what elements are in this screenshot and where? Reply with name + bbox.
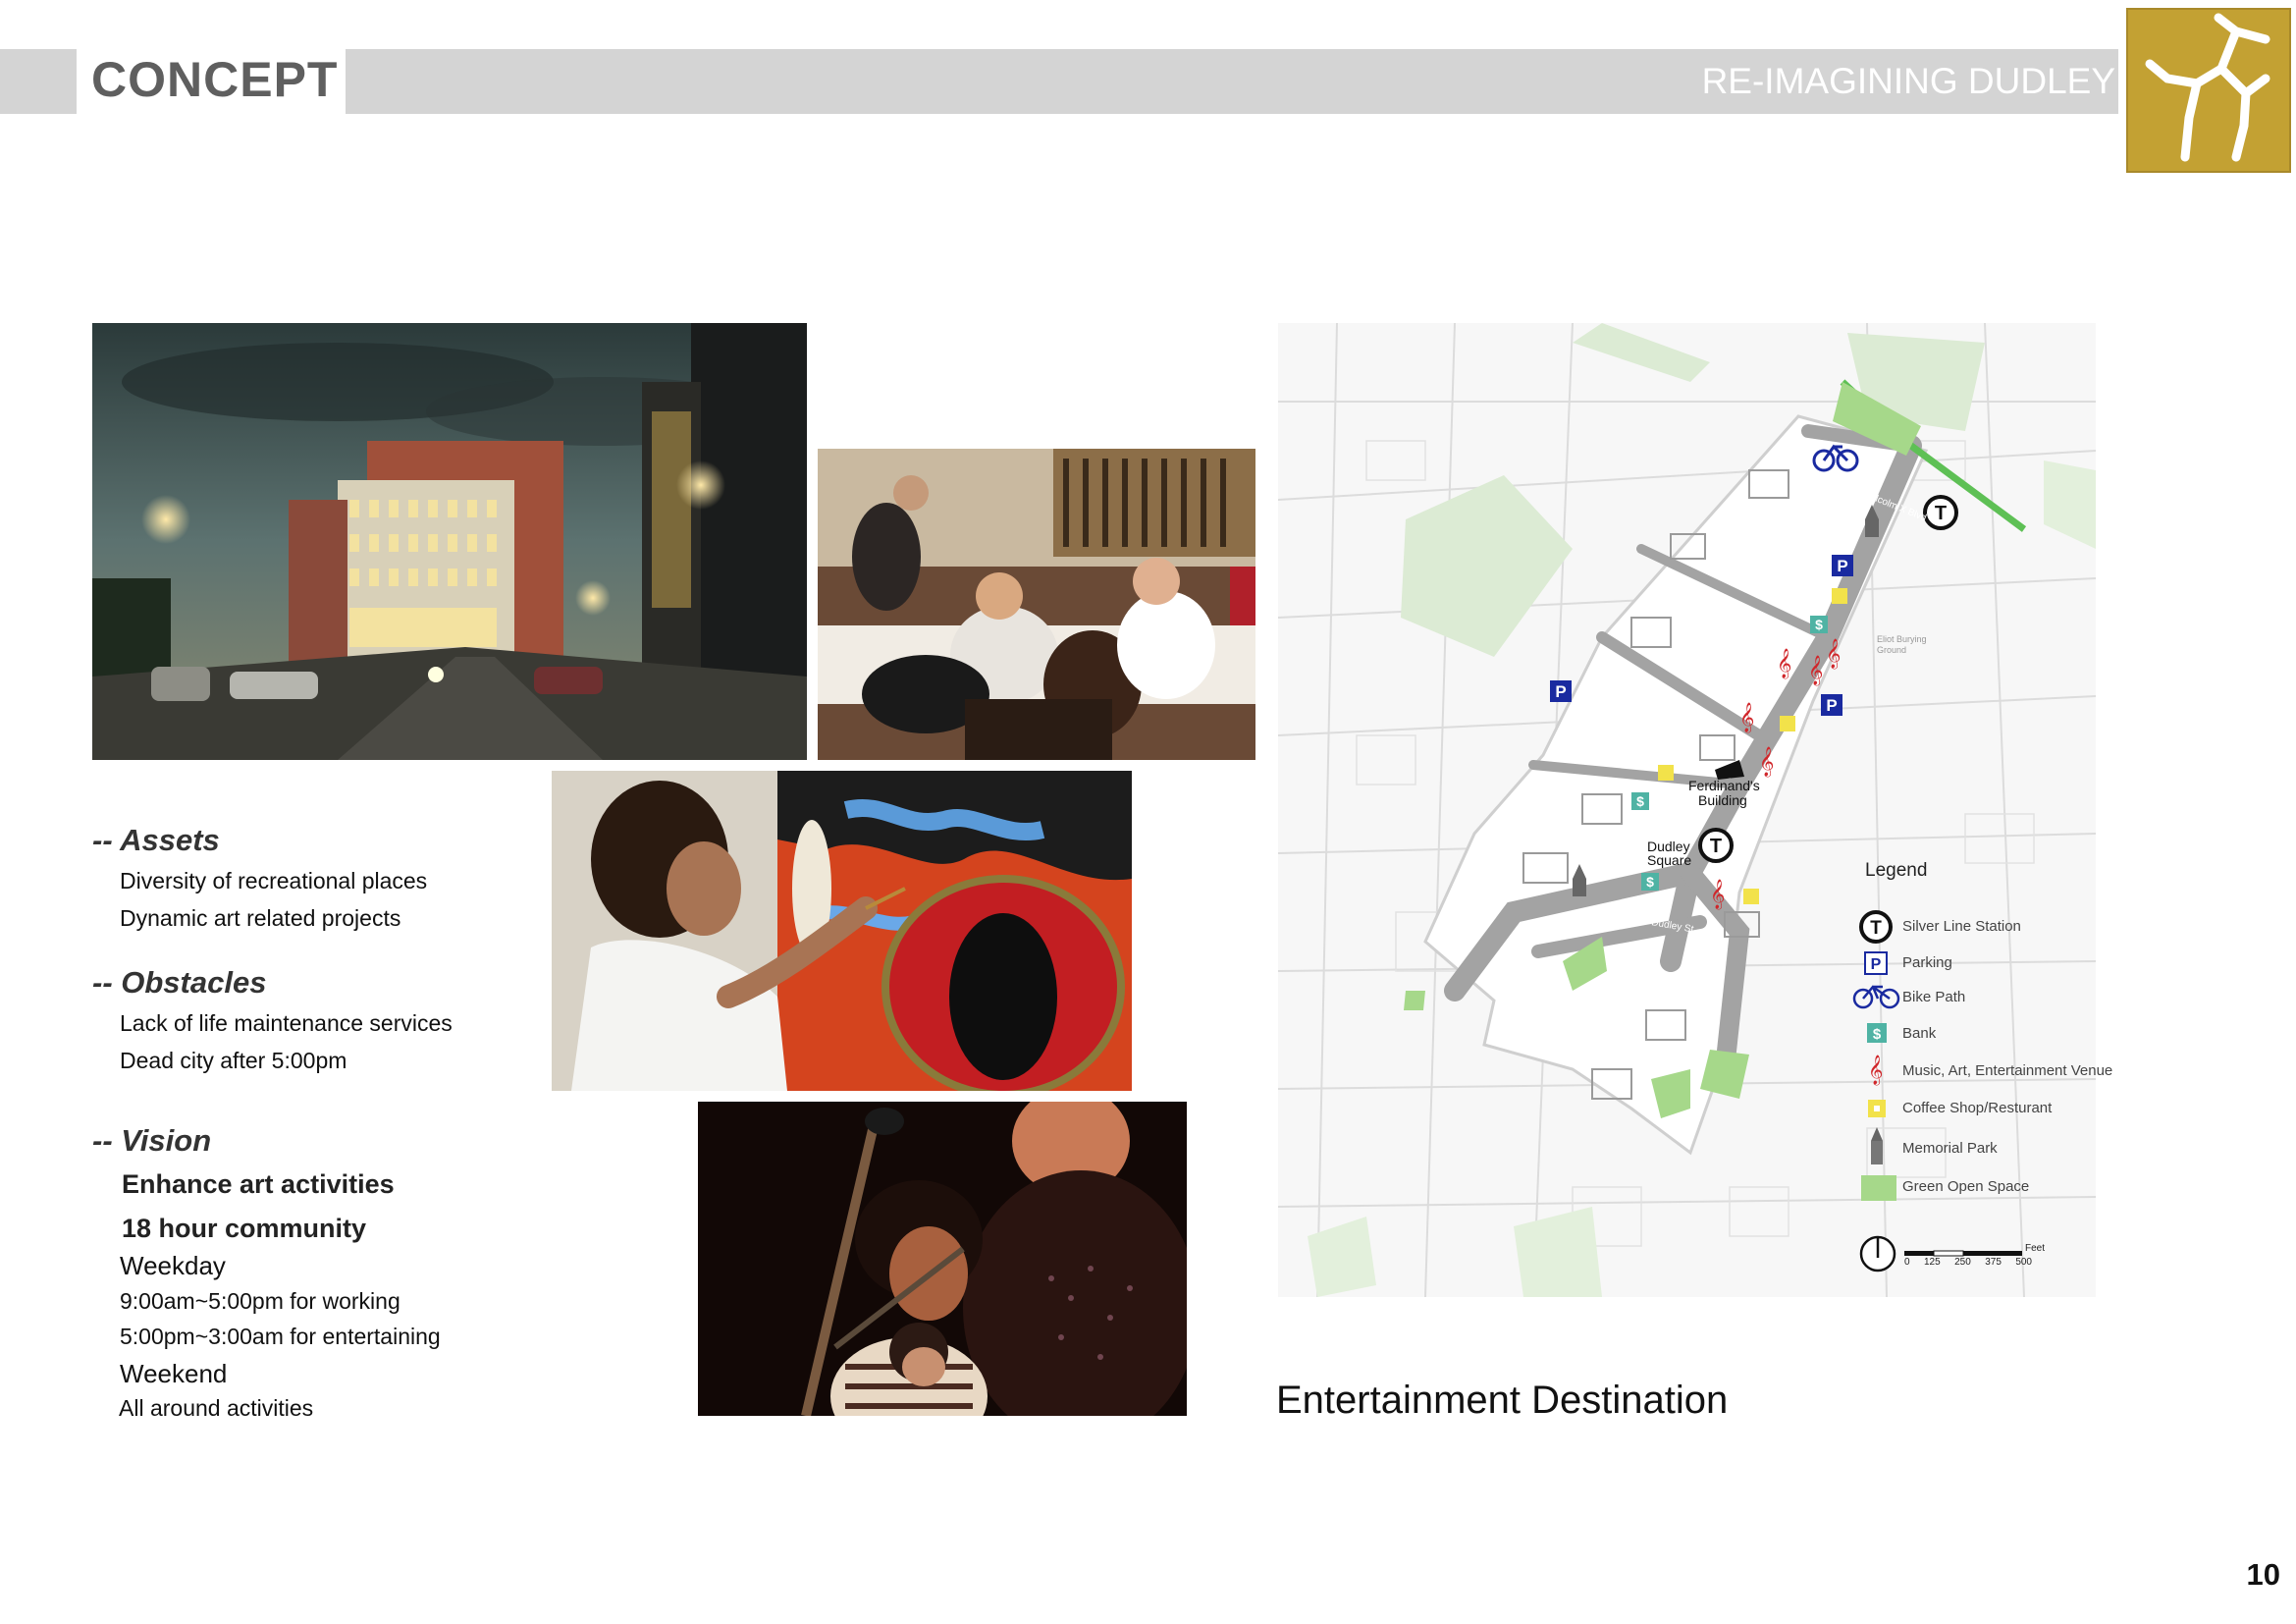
svg-text:Ground: Ground [1877,645,1906,655]
vision-item: 5:00pm~3:00am for entertaining [120,1324,441,1349]
svg-text:𝄞: 𝄞 [1759,746,1774,778]
page-number: 10 [2246,1557,2280,1592]
svg-text:𝄞: 𝄞 [1739,702,1754,733]
svg-text:Square: Square [1647,852,1691,868]
svg-text:$: $ [1646,874,1654,890]
svg-text:T: T [1710,836,1722,857]
restaurant-dining [818,449,1255,760]
legend-coffee-icon [1868,1100,1886,1122]
vision-item: All around activities [119,1395,314,1421]
scale-tick: 250 [1954,1257,1971,1268]
legend-label: Coffee Shop/Resturant [1902,1100,2053,1116]
svg-text:$: $ [1873,1026,1882,1043]
legend-title: Legend [1865,860,1928,881]
vision-item: 9:00am~5:00pm for working [120,1288,400,1314]
vision-item: 18 hour community [122,1214,367,1243]
project-title: RE-IMAGINING DUDLEY [1701,61,2115,101]
assets-item: Dynamic art related projects [120,905,401,931]
legend-label: Music, Art, Entertainment Venue [1902,1062,2113,1079]
legend-t-station-icon: T [1858,909,1894,949]
vision-heading: -- Vision [92,1123,212,1158]
section-title: CONCEPT [91,52,339,107]
street-night-rendering [92,323,807,760]
legend-label: Bank [1902,1025,1937,1042]
svg-text:$: $ [1815,617,1823,632]
north-arrow-icon [1858,1234,1897,1278]
vision-item: Weekday [120,1251,226,1280]
obstacles-item: Dead city after 5:00pm [120,1048,347,1073]
svg-text:P: P [1826,696,1837,715]
scale-unit: Feet [2025,1243,2046,1254]
svg-text:Eliot Burying: Eliot Burying [1877,634,1927,644]
vision-item: Enhance art activities [122,1169,395,1199]
svg-text:Building: Building [1698,792,1747,808]
singer-performance [698,1102,1187,1416]
assets-heading: -- Assets [92,823,220,857]
road-network-logo-icon [2145,13,2270,162]
scale-ticks: 0 125 250 375 500 [1904,1257,2032,1268]
legend-label: Silver Line Station [1902,918,2021,935]
vision-item: Weekend [120,1359,228,1388]
svg-text:P: P [1871,956,1882,973]
svg-text:T: T [1870,918,1882,939]
legend-parking-icon: P [1864,951,1888,980]
svg-text:P: P [1555,682,1566,701]
legend-label: Memorial Park [1902,1140,1998,1157]
svg-text:𝄞: 𝄞 [1710,879,1725,910]
legend-label: Parking [1902,954,1952,971]
svg-text:𝄞: 𝄞 [1777,648,1791,679]
legend-green-space-icon [1861,1175,1896,1201]
svg-text:𝄞: 𝄞 [1808,655,1823,686]
obstacles-heading: -- Obstacles [92,965,267,1000]
svg-text:P: P [1837,557,1847,575]
svg-text:T: T [1935,503,1947,524]
scale-tick: 500 [2015,1257,2032,1268]
legend-label: Bike Path [1902,989,1966,1005]
svg-text:$: $ [1636,793,1644,809]
svg-text:𝄞: 𝄞 [1826,638,1841,670]
project-logo [2126,8,2291,173]
obstacles-item: Lack of life maintenance services [120,1010,453,1036]
map-title: Entertainment Destination [1276,1379,1729,1422]
scale-tick: 125 [1923,1257,1941,1268]
scale-tick: 0 [1904,1257,1910,1268]
legend-memorial-icon [1868,1127,1886,1171]
scale-tick: 375 [1985,1257,2002,1268]
legend-music-note-icon: 𝄞 [1868,1056,1884,1085]
assets-item: Diversity of recreational places [120,868,428,893]
svg-text:Ferdinand's: Ferdinand's [1688,778,1760,793]
legend-bank-icon: $ [1867,1023,1887,1048]
legend-label: Green Open Space [1902,1178,2030,1195]
legend-bicycle-icon [1852,981,1901,1015]
artist-painting-mural [552,771,1132,1091]
